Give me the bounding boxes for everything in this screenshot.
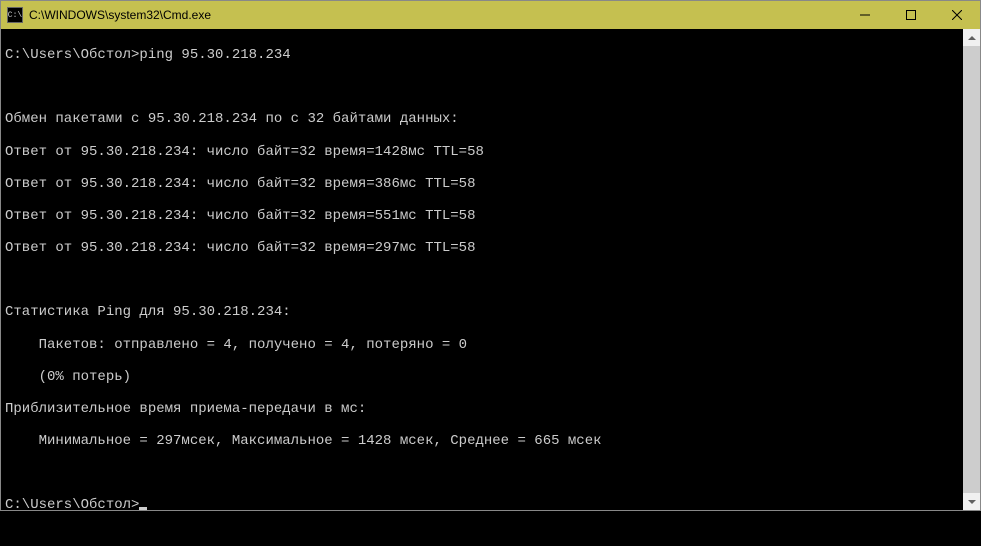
blank-line bbox=[5, 272, 959, 288]
stats-rtt-header-line: Приблизительное время приема-передачи в … bbox=[5, 401, 959, 417]
reply-line: Ответ от 95.30.218.234: число байт=32 вр… bbox=[5, 240, 959, 256]
scrollbar-thumb[interactable] bbox=[963, 46, 980, 493]
window-controls bbox=[842, 1, 980, 29]
cursor bbox=[139, 507, 147, 510]
blank-line bbox=[5, 79, 959, 95]
terminal-output[interactable]: C:\Users\Обстол>ping 95.30.218.234 Обмен… bbox=[1, 29, 963, 510]
stats-rtt-line: Минимальное = 297мсек, Максимальное = 14… bbox=[5, 433, 959, 449]
scroll-up-button[interactable] bbox=[963, 29, 980, 46]
maximize-button[interactable] bbox=[888, 1, 934, 29]
reply-line: Ответ от 95.30.218.234: число байт=32 вр… bbox=[5, 144, 959, 160]
minimize-icon bbox=[860, 10, 870, 20]
stats-header-line: Статистика Ping для 95.30.218.234: bbox=[5, 304, 959, 320]
chevron-up-icon bbox=[968, 36, 976, 40]
prompt-line: C:\Users\Обстол> bbox=[5, 497, 959, 513]
prompt-text: C:\Users\Обстол> bbox=[5, 47, 139, 63]
command-text: ping 95.30.218.234 bbox=[139, 47, 290, 63]
reply-line: Ответ от 95.30.218.234: число байт=32 вр… bbox=[5, 208, 959, 224]
command-line: C:\Users\Обстол>ping 95.30.218.234 bbox=[5, 47, 959, 63]
exchange-line: Обмен пакетами с 95.30.218.234 по с 32 б… bbox=[5, 111, 959, 127]
scrollbar-track[interactable] bbox=[963, 46, 980, 493]
vertical-scrollbar[interactable] bbox=[963, 29, 980, 510]
window-title: C:\WINDOWS\system32\Cmd.exe bbox=[29, 8, 842, 22]
stats-packets-line: Пакетов: отправлено = 4, получено = 4, п… bbox=[5, 337, 959, 353]
maximize-icon bbox=[906, 10, 916, 20]
chevron-down-icon bbox=[968, 500, 976, 504]
window-titlebar[interactable]: C:\ C:\WINDOWS\system32\Cmd.exe bbox=[1, 1, 980, 29]
close-button[interactable] bbox=[934, 1, 980, 29]
minimize-button[interactable] bbox=[842, 1, 888, 29]
cmd-icon: C:\ bbox=[7, 7, 23, 23]
stats-loss-line: (0% потерь) bbox=[5, 369, 959, 385]
terminal-container: C:\Users\Обстол>ping 95.30.218.234 Обмен… bbox=[1, 29, 980, 510]
scroll-down-button[interactable] bbox=[963, 493, 980, 510]
close-icon bbox=[952, 10, 962, 20]
prompt-text: C:\Users\Обстол> bbox=[5, 497, 139, 513]
blank-line bbox=[5, 465, 959, 481]
reply-line: Ответ от 95.30.218.234: число байт=32 вр… bbox=[5, 176, 959, 192]
